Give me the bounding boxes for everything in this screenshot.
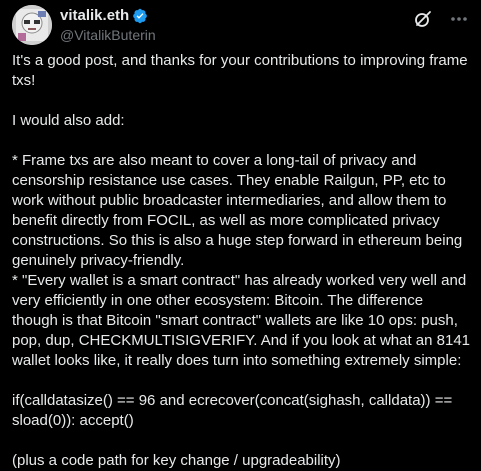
- header-actions: [413, 9, 469, 29]
- avatar[interactable]: [12, 5, 52, 45]
- author-handle[interactable]: @VitalikButerin: [60, 26, 156, 44]
- post-paragraph-4: * "Every wallet is a smart contract" has…: [12, 272, 475, 369]
- author-names: vitalik.eth @VitalikButerin: [60, 7, 156, 44]
- post-paragraph-3: * Frame txs are also meant to cover a lo…: [12, 152, 467, 269]
- post-code-line: if(calldatasize() == 96 and ecrecover(co…: [12, 392, 457, 429]
- post-body: It's a good post, and thanks for your co…: [12, 51, 472, 471]
- post-header: vitalik.eth @VitalikButerin: [12, 5, 469, 45]
- more-options-icon[interactable]: [449, 9, 469, 29]
- post-paragraph-1: It's a good post, and thanks for your co…: [12, 52, 472, 89]
- grok-icon[interactable]: [413, 9, 433, 29]
- verified-badge-icon: [132, 8, 148, 24]
- author-display-name[interactable]: vitalik.eth: [60, 7, 129, 25]
- post-card: vitalik.eth @VitalikButerin It's a good …: [0, 0, 481, 469]
- post-paragraph-6: (plus a code path for key change / upgra…: [12, 452, 341, 469]
- post-paragraph-2: I would also add:: [12, 112, 125, 129]
